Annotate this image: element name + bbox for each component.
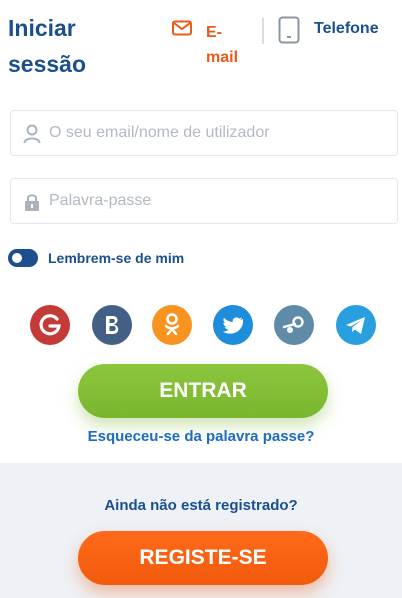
toggle-switch[interactable] <box>8 249 38 267</box>
steam-login-button[interactable] <box>274 305 314 345</box>
tab-divider <box>262 18 264 44</box>
social-login-row <box>0 305 402 347</box>
twitter-icon <box>222 317 244 334</box>
register-footer: Ainda não está registrado? REGISTE-SE <box>0 463 402 598</box>
telegram-login-button[interactable] <box>336 305 376 345</box>
username-field <box>10 110 398 156</box>
remember-me-label: Lembrem-se de mim <box>48 250 185 266</box>
tab-email[interactable]: E-mail <box>170 18 250 68</box>
google-login-button[interactable] <box>30 305 70 345</box>
login-button[interactable]: ENTRAR <box>78 364 328 418</box>
login-header: Iniciar sessão E-mail Telefone <box>0 0 402 90</box>
vk-login-button[interactable] <box>92 305 132 345</box>
page-title: Iniciar sessão <box>8 15 87 77</box>
odnoklassniki-icon <box>164 313 180 336</box>
user-icon <box>23 124 41 144</box>
google-icon <box>39 314 61 336</box>
tab-phone[interactable]: Telefone <box>276 16 396 50</box>
remember-me-toggle[interactable]: Lembrem-se de mim <box>8 248 228 270</box>
register-question: Ainda não está registrado? <box>104 497 298 514</box>
tab-phone-label: Telefone <box>314 20 379 37</box>
envelope-icon <box>172 20 192 36</box>
password-input[interactable] <box>49 179 389 223</box>
password-field <box>10 178 398 224</box>
telegram-icon <box>346 317 365 334</box>
vk-icon <box>106 316 119 334</box>
twitter-login-button[interactable] <box>213 305 253 345</box>
steam-icon <box>282 316 304 333</box>
forgot-password-link[interactable]: Esqueceu-se da palavra passe? <box>0 428 402 445</box>
tab-email-label: E-mail <box>206 24 239 66</box>
odnoklassniki-login-button[interactable] <box>152 305 192 345</box>
lock-icon <box>23 192 41 212</box>
toggle-knob <box>12 253 22 263</box>
register-button[interactable]: REGISTE-SE <box>78 531 328 585</box>
phone-icon <box>278 16 300 44</box>
username-input[interactable] <box>49 111 389 155</box>
